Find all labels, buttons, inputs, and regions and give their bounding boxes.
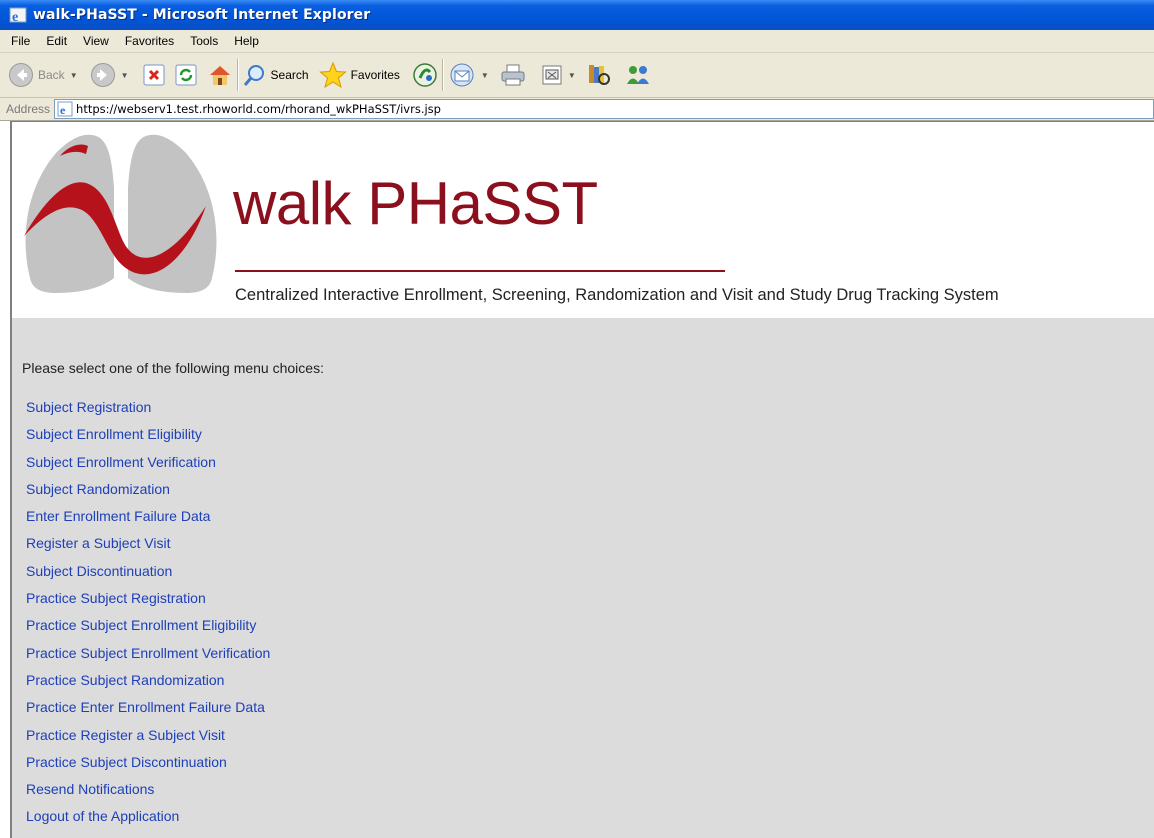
menu-item: Practice Subject Discontinuation [26,749,270,776]
back-arrow-icon [9,63,33,87]
link-practice-subject-enrollment-eligibility[interactable]: Practice Subject Enrollment Eligibility [26,617,256,633]
menu-item: Subject Registration [26,394,270,421]
forward-arrow-icon [90,63,115,87]
menu-file[interactable]: File [0,30,38,52]
menu-item: Logout of the Application [26,803,270,830]
site-banner: walk PHaSST Centralized Interactive Enro… [12,122,1154,318]
edit-button[interactable]: ▼ [541,57,576,93]
menu-item: Practice Enter Enrollment Failure Data [26,694,270,721]
menu-favorites[interactable]: Favorites [117,30,182,52]
address-input[interactable]: e https://webserv1.test.rhoworld.com/rho… [54,99,1154,119]
edit-dropdown-icon[interactable]: ▼ [568,71,576,80]
link-practice-subject-enrollment-verification[interactable]: Practice Subject Enrollment Verification [26,645,270,661]
link-practice-subject-randomization[interactable]: Practice Subject Randomization [26,672,224,688]
back-label: Back [38,68,65,82]
media-icon [413,63,437,87]
menu-item: Practice Register a Subject Visit [26,722,270,749]
address-bar: Address e https://webserv1.test.rhoworld… [0,98,1154,121]
research-button[interactable] [586,57,612,93]
menu-item: Practice Subject Enrollment Verification [26,640,270,667]
menu-item: Subject Discontinuation [26,558,270,585]
menu-bar: File Edit View Favorites Tools Help [0,30,1154,53]
mail-dropdown-icon[interactable]: ▼ [481,71,489,80]
forward-dropdown-icon[interactable]: ▼ [121,71,129,80]
refresh-icon [175,64,197,86]
stop-button[interactable] [143,57,165,93]
brand-title: walk PHaSST [233,170,598,237]
back-button[interactable]: Back ▼ [8,57,78,93]
mail-button[interactable]: ▼ [448,57,489,93]
address-label: Address [6,102,51,116]
brand-subtitle: Centralized Interactive Enrollment, Scre… [235,286,999,304]
print-button[interactable] [499,57,527,93]
link-practice-subject-discontinuation[interactable]: Practice Subject Discontinuation [26,754,227,770]
home-button[interactable] [207,57,233,93]
menu-choices-list: Subject Registration Subject Enrollment … [26,394,270,831]
favorites-star-icon [318,62,347,88]
standard-toolbar: Back ▼ ▼ Search Favorites ▼ ▼ [0,53,1154,98]
address-url: https://webserv1.test.rhoworld.com/rhora… [76,102,441,116]
link-subject-enrollment-eligibility[interactable]: Subject Enrollment Eligibility [26,426,202,442]
link-subject-enrollment-verification[interactable]: Subject Enrollment Verification [26,454,216,470]
search-label: Search [270,68,309,82]
stop-icon [143,64,165,86]
mail-icon [450,63,474,87]
link-enter-enrollment-failure-data[interactable]: Enter Enrollment Failure Data [26,508,210,524]
link-practice-enter-enrollment-failure-data[interactable]: Practice Enter Enrollment Failure Data [26,699,265,715]
menu-item: Practice Subject Randomization [26,667,270,694]
messenger-button[interactable] [624,57,652,93]
edit-document-icon [542,65,562,85]
menu-item: Enter Enrollment Failure Data [26,503,270,530]
link-practice-register-subject-visit[interactable]: Practice Register a Subject Visit [26,727,225,743]
favorites-label: Favorites [350,68,400,82]
toolbar-separator [236,59,239,91]
lungs-logo-icon [24,134,217,293]
menu-prompt: Please select one of the following menu … [22,360,324,376]
media-button[interactable] [412,57,438,93]
home-icon [209,66,230,85]
menu-item: Subject Enrollment Eligibility [26,421,270,448]
menu-view[interactable]: View [75,30,117,52]
link-practice-subject-registration[interactable]: Practice Subject Registration [26,590,206,606]
favorites-button[interactable]: Favorites [318,57,400,93]
forward-button[interactable]: ▼ [90,57,129,93]
brand-divider [235,270,725,272]
link-register-subject-visit[interactable]: Register a Subject Visit [26,535,170,551]
window-title: walk-PHaSST - Microsoft Internet Explore… [33,7,371,23]
link-subject-discontinuation[interactable]: Subject Discontinuation [26,563,172,579]
back-dropdown-icon[interactable]: ▼ [70,71,78,80]
svg-text:e: e [12,10,18,24]
window-title-bar[interactable]: e walk-PHaSST - Microsoft Internet Explo… [0,0,1154,30]
menu-item: Register a Subject Visit [26,530,270,557]
page-content: walk PHaSST Centralized Interactive Enro… [10,121,1154,838]
svg-text:e: e [60,103,66,117]
menu-help[interactable]: Help [226,30,267,52]
menu-item: Subject Randomization [26,476,270,503]
search-icon [243,65,264,86]
page-ie-icon: e [57,101,73,117]
link-resend-notifications[interactable]: Resend Notifications [26,781,154,797]
menu-edit[interactable]: Edit [38,30,75,52]
link-subject-registration[interactable]: Subject Registration [26,399,151,415]
menu-item: Resend Notifications [26,776,270,803]
messenger-icon [626,66,649,84]
refresh-button[interactable] [175,57,197,93]
toolbar-separator [441,59,444,91]
menu-tools[interactable]: Tools [182,30,226,52]
internet-explorer-icon: e [9,7,27,24]
menu-item: Subject Enrollment Verification [26,449,270,476]
search-button[interactable]: Search [243,57,309,93]
research-icon [588,65,610,85]
link-logout[interactable]: Logout of the Application [26,808,179,824]
link-subject-randomization[interactable]: Subject Randomization [26,481,170,497]
menu-item: Practice Subject Registration [26,585,270,612]
printer-icon [501,64,525,86]
menu-item: Practice Subject Enrollment Eligibility [26,612,270,639]
